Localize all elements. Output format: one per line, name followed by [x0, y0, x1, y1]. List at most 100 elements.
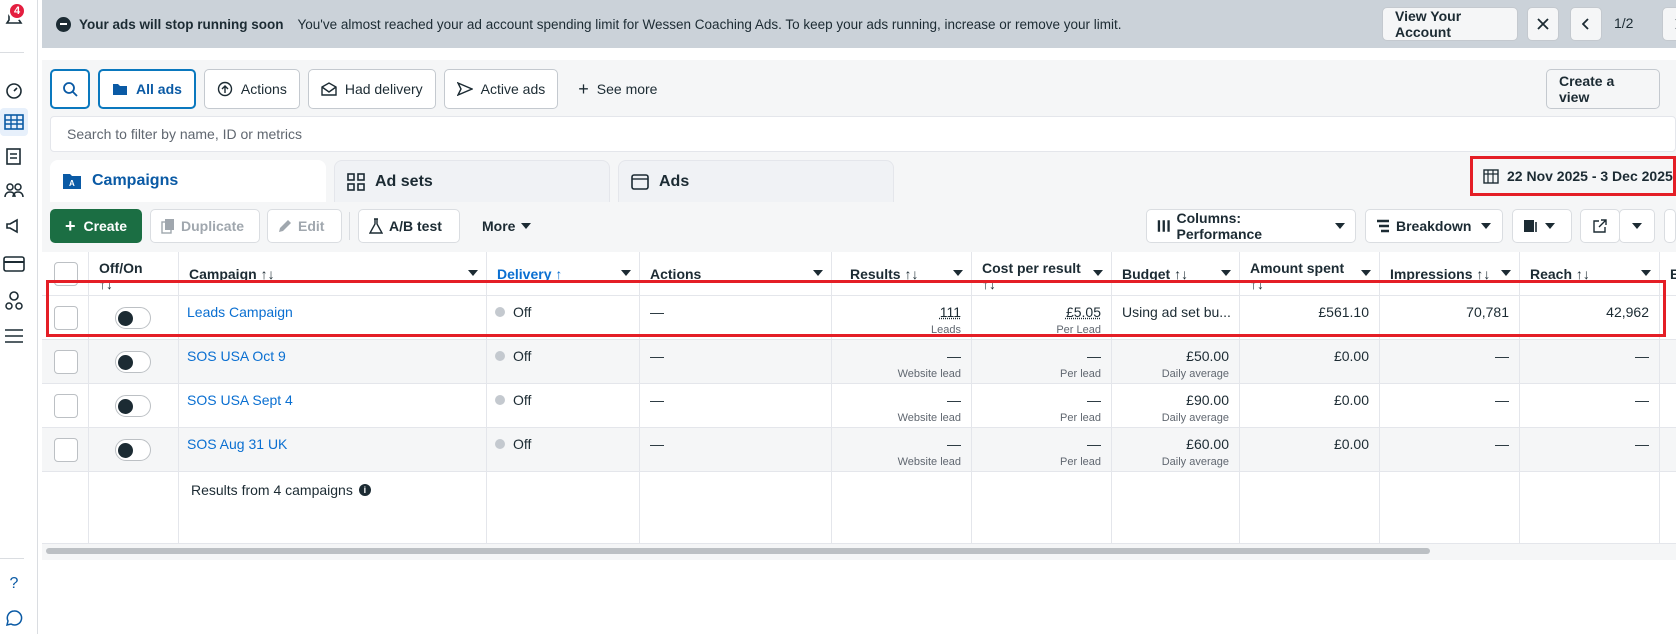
duplicate-icon [161, 218, 175, 234]
header-campaign[interactable]: Campaign ↑↓ [179, 252, 487, 295]
had-delivery-filter[interactable]: Had delivery [308, 69, 436, 109]
delivery-status: Off [513, 304, 531, 320]
banner-message: You've almost reached your ad account sp… [298, 17, 1122, 32]
header-reach[interactable]: Reach ↑↓ [1520, 252, 1660, 295]
create-view-button[interactable]: Create a view [1546, 69, 1660, 109]
megaphone-icon[interactable] [0, 212, 28, 240]
actions-value: — [650, 348, 664, 364]
campaign-name-link[interactable]: SOS USA Sept 4 [187, 392, 293, 408]
table-row[interactable]: SOS USA Sept 4 Off — — Website lead — Per … [42, 384, 1676, 428]
table-row[interactable]: Leads Campaign Off — 111 Leads £5.05 Per L… [42, 296, 1676, 340]
campaign-name-link[interactable]: SOS Aug 31 UK [187, 436, 287, 452]
header-impressions[interactable]: Impressions ↑↓ [1380, 252, 1520, 295]
tab-ad-sets-label: Ad sets [375, 173, 433, 191]
columns-performance-button[interactable]: Columns: Performance [1146, 209, 1356, 243]
grid-icon [347, 173, 365, 191]
edit-button[interactable]: Edit [267, 209, 342, 243]
filter-search-input[interactable]: Search to filter by name, ID or metrics [50, 116, 1676, 152]
export-button[interactable] [1580, 209, 1620, 243]
chat-icon[interactable] [0, 604, 28, 632]
billing-card-icon[interactable] [0, 250, 28, 278]
dashboard-gauge-icon[interactable] [0, 76, 28, 104]
filter-toolbar: All ads Actions Had delivery Active ads … [50, 69, 677, 109]
active-ads-filter[interactable]: Active ads [444, 69, 559, 109]
header-delivery[interactable]: Delivery ↑ [487, 252, 640, 295]
header-actions[interactable]: Actions [640, 252, 832, 295]
campaign-name-link[interactable]: SOS USA Oct 9 [187, 348, 286, 364]
cost-per-result-value[interactable]: £5.05 [1066, 304, 1101, 320]
caret-down-icon [1335, 223, 1345, 229]
table-row[interactable]: SOS Aug 31 UK Off — — Website lead — Per l… [42, 428, 1676, 472]
date-range-picker[interactable]: 22 Nov 2025 - 3 Dec 2025 [1470, 156, 1676, 196]
row-checkbox[interactable] [54, 438, 78, 462]
rail-divider [0, 558, 24, 559]
columns-label: Columns: Performance [1177, 210, 1326, 242]
duplicate-button[interactable]: Duplicate [150, 209, 260, 243]
folder-icon [112, 82, 128, 96]
audiences-icon[interactable] [0, 176, 28, 204]
campaign-toggle[interactable] [115, 351, 151, 373]
close-banner-button[interactable] [1527, 7, 1559, 41]
create-button[interactable]: + Create [50, 209, 142, 243]
reports-button[interactable] [1512, 209, 1572, 243]
banner-pager: 1/2 [1614, 15, 1633, 31]
actions-filter[interactable]: Actions [204, 69, 300, 109]
campaign-toggle[interactable] [115, 307, 151, 329]
view-account-button[interactable]: View Your Account [1382, 7, 1518, 41]
header-results[interactable]: Results ↑↓ [832, 252, 972, 295]
cost-per-result-value: — [1087, 348, 1101, 364]
campaign-name-link[interactable]: Leads Campaign [187, 304, 293, 320]
see-more-button[interactable]: + See more [566, 69, 669, 109]
business-settings-icon[interactable] [0, 286, 28, 314]
see-more-label: See more [597, 81, 658, 97]
more-button[interactable]: More [472, 209, 552, 243]
header-amount-spent[interactable]: Amount spent ↑↓ [1240, 252, 1380, 295]
campaign-toggle[interactable] [115, 395, 151, 417]
header-off-on[interactable]: Off/On ↑↓ [89, 252, 179, 295]
next-notice-button[interactable] [1662, 7, 1676, 41]
row-checkbox[interactable] [54, 306, 78, 330]
pages-icon[interactable] [0, 142, 28, 170]
previous-notice-button[interactable] [1570, 7, 1602, 41]
rail-divider [0, 52, 24, 53]
caret-down-icon [1481, 223, 1491, 229]
caret-down-icon [1361, 270, 1371, 276]
calendar-icon [1483, 168, 1499, 184]
row-checkbox[interactable] [54, 350, 78, 374]
search-button[interactable] [50, 69, 90, 109]
svg-text:A: A [69, 179, 75, 188]
actions-label: Actions [241, 81, 287, 97]
reach-value: — [1635, 436, 1649, 452]
results-value[interactable]: 111 [940, 304, 961, 320]
campaign-toggle[interactable] [115, 439, 151, 461]
results-type: Website lead [898, 456, 961, 468]
all-ads-filter[interactable]: All ads [98, 69, 196, 109]
campaigns-table-icon[interactable] [0, 108, 28, 136]
select-all-checkbox[interactable] [54, 262, 78, 286]
caret-down-icon [1093, 270, 1103, 276]
header-budget[interactable]: Budget ↑↓ [1112, 252, 1240, 295]
overflow-button[interactable] [1664, 209, 1676, 243]
caret-down-icon [1545, 223, 1555, 229]
info-icon[interactable]: i [359, 484, 371, 496]
breakdown-button[interactable]: Breakdown [1365, 209, 1503, 243]
tab-campaigns[interactable]: A Campaigns [50, 160, 326, 202]
table-row[interactable]: SOS USA Oct 9 Off — — Website lead — Per l… [42, 340, 1676, 384]
menu-icon[interactable] [0, 322, 28, 350]
tab-ad-sets[interactable]: Ad sets [334, 160, 610, 202]
header-cost-per-result[interactable]: Cost per result ↑↓ [972, 252, 1112, 295]
spending-limit-banner: Your ads will stop running soon You've a… [42, 0, 1676, 48]
horizontal-scrollbar[interactable] [46, 548, 1430, 554]
export-options-button[interactable] [1619, 209, 1655, 243]
row-checkbox[interactable] [54, 394, 78, 418]
summary-row: Results from 4 campaigns i [42, 472, 1676, 544]
help-icon[interactable]: ? [0, 570, 28, 598]
ab-test-button[interactable]: A/B test [358, 209, 460, 243]
tab-ads[interactable]: Ads [618, 160, 894, 202]
header-next-column[interactable]: E [1660, 252, 1676, 295]
budget-value: £90.00 [1186, 392, 1229, 408]
results-type: Website lead [898, 412, 961, 424]
had-delivery-label: Had delivery [345, 81, 423, 97]
results-type: Leads [931, 324, 961, 336]
actions-value: — [650, 304, 664, 320]
